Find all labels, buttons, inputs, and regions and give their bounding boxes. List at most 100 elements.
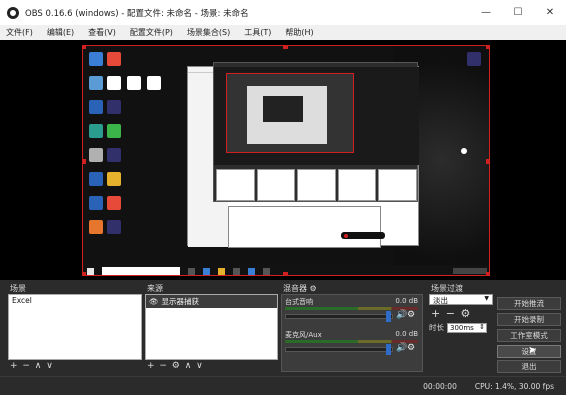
desktop-icon xyxy=(89,52,103,66)
volume-slider-knob[interactable] xyxy=(386,311,391,322)
status-bar: 00:00:00 CPU: 1.4%, 30.00 fps xyxy=(0,376,566,395)
obs-logo-icon xyxy=(7,6,19,19)
chevron-down-icon: ▼ xyxy=(484,295,489,302)
taskbar-icon xyxy=(263,267,270,275)
nested-docks xyxy=(214,167,419,203)
gear-icon[interactable]: ⚙ xyxy=(407,310,415,320)
transition-select[interactable]: 淡出 ▼ xyxy=(429,294,493,305)
transitions-header: 场景过渡 xyxy=(431,284,463,293)
gear-icon[interactable]: ⚙ xyxy=(460,307,471,320)
maximize-button[interactable]: ☐ xyxy=(502,0,534,25)
taskbar-search-box xyxy=(102,266,180,275)
windows-start-icon xyxy=(87,267,94,275)
taskbar-icon xyxy=(218,267,225,275)
menu-profile[interactable]: 配置文件(P) xyxy=(130,27,173,38)
speaker-icon[interactable]: 🔊 xyxy=(396,343,407,353)
nested-obs-window xyxy=(213,62,419,203)
menu-tools[interactable]: 工具(T) xyxy=(244,27,271,38)
desktop-icon xyxy=(467,52,481,66)
start-record-button[interactable]: 开始录制 xyxy=(497,313,561,326)
taskbar-icon xyxy=(203,267,210,275)
window-controls: — ☐ ✕ xyxy=(470,0,566,25)
taskbar-icon xyxy=(188,267,195,275)
desktop-icon xyxy=(107,172,121,186)
eye-icon[interactable]: 👁 xyxy=(149,297,159,306)
sources-dock: 来源 👁 显示器捕获 + − ⚙ ∧ ∨ xyxy=(145,283,278,372)
mixer-list: 台式音响 0.0 dB 🔊 ⚙ 麦克风/Aux 0.0 dB 🔊 ⚙ xyxy=(281,294,423,372)
resize-handle[interactable] xyxy=(486,272,489,275)
desktop-icon xyxy=(89,196,103,210)
desktop-icon xyxy=(89,220,103,234)
desktop-icon xyxy=(107,76,121,90)
source-item-label: 显示器捕获 xyxy=(161,297,200,306)
popup-window-thumbnail xyxy=(228,206,381,248)
volume-slider-knob[interactable] xyxy=(386,344,391,355)
menu-bar: 文件(F) 编辑(E) 查看(V) 配置文件(P) 场景集合(S) 工具(T) … xyxy=(0,25,566,40)
channel-label: 麦克风/Aux xyxy=(285,331,322,339)
studio-mode-button[interactable]: 工作室模式 xyxy=(497,329,561,342)
scenes-toolbar[interactable]: + − ∧ ∨ xyxy=(8,360,142,372)
nested-recursion xyxy=(263,96,303,122)
mixer-title: 混音器 xyxy=(283,284,307,293)
resize-handle[interactable] xyxy=(486,46,489,49)
menu-view[interactable]: 查看(V) xyxy=(88,27,116,38)
volume-slider[interactable] xyxy=(285,314,393,319)
status-time: 00:00:00 xyxy=(423,381,457,391)
desktop-icon xyxy=(107,220,121,234)
desktop-icon xyxy=(89,76,103,90)
resize-handle[interactable] xyxy=(283,272,288,275)
wallpaper-light-spot xyxy=(461,148,467,154)
gear-icon[interactable]: ⚙ xyxy=(407,343,415,353)
channel-volume: 0.0 dB xyxy=(395,297,418,305)
preview-area xyxy=(0,40,566,280)
resize-handle[interactable] xyxy=(83,272,86,275)
taskbar-icon xyxy=(248,267,255,275)
resize-handle[interactable] xyxy=(283,46,288,49)
scenes-list: Excel xyxy=(8,294,142,360)
status-cpu: CPU: 1.4%, 30.00 fps xyxy=(474,381,554,391)
duration-spinbox[interactable]: 300ms xyxy=(447,322,487,333)
transition-add-remove[interactable]: + − ⚙ xyxy=(431,307,493,320)
preview-canvas[interactable] xyxy=(82,45,490,276)
nested-canvas xyxy=(226,73,354,153)
mixer-header: 混音器 ⚙ xyxy=(281,283,423,294)
desktop-icon xyxy=(89,148,103,162)
desktop-icon xyxy=(107,52,121,66)
sources-toolbar[interactable]: + − ⚙ ∧ ∨ xyxy=(145,360,278,372)
desktop-icon xyxy=(127,76,141,90)
transition-duration: 时长 300ms xyxy=(429,322,493,333)
system-tray xyxy=(453,268,487,274)
volume-slider[interactable] xyxy=(285,347,393,352)
taskbar-icon xyxy=(233,267,240,275)
source-item[interactable]: 👁 显示器捕获 xyxy=(146,295,277,308)
desktop-icon xyxy=(107,148,121,162)
menu-file[interactable]: 文件(F) xyxy=(6,27,33,38)
menu-scene-collection[interactable]: 场景集合(S) xyxy=(187,27,230,38)
close-button[interactable]: ✕ xyxy=(534,0,566,25)
window-title: OBS 0.16.6 (windows) - 配置文件: 未命名 - 场景: 未… xyxy=(25,8,249,19)
scene-item[interactable]: Excel xyxy=(9,295,141,306)
menu-help[interactable]: 帮助(H) xyxy=(285,27,313,38)
gear-icon[interactable]: ⚙ xyxy=(310,284,317,293)
desktop-icon xyxy=(89,124,103,138)
speaker-icon[interactable]: 🔊 xyxy=(396,310,407,320)
resize-handle[interactable] xyxy=(83,46,86,49)
resize-handle[interactable] xyxy=(83,159,86,164)
menu-edit[interactable]: 编辑(E) xyxy=(47,27,74,38)
resize-handle[interactable] xyxy=(486,159,489,164)
recording-indicator xyxy=(341,232,385,239)
transitions-dock: 场景过渡 淡出 ▼ + − ⚙ 时长 300ms xyxy=(429,283,493,372)
exit-button[interactable]: 退出 xyxy=(497,360,561,373)
desktop-icon xyxy=(107,124,121,138)
desktop-icon xyxy=(147,76,161,90)
transition-selected: 淡出 xyxy=(433,296,448,305)
start-stream-button[interactable]: 开始推流 xyxy=(497,297,561,310)
scenes-dock: 场景 Excel + − ∧ ∨ xyxy=(8,283,142,372)
minimize-button[interactable]: — xyxy=(470,0,502,25)
desktop-icon xyxy=(107,196,121,210)
sources-header: 来源 xyxy=(147,284,163,293)
sources-list: 👁 显示器捕获 xyxy=(145,294,278,360)
scenes-header: 场景 xyxy=(10,284,26,293)
mixer-channel-mic: 麦克风/Aux 0.0 dB 🔊 ⚙ xyxy=(282,328,422,361)
channel-label: 台式音响 xyxy=(285,298,313,306)
